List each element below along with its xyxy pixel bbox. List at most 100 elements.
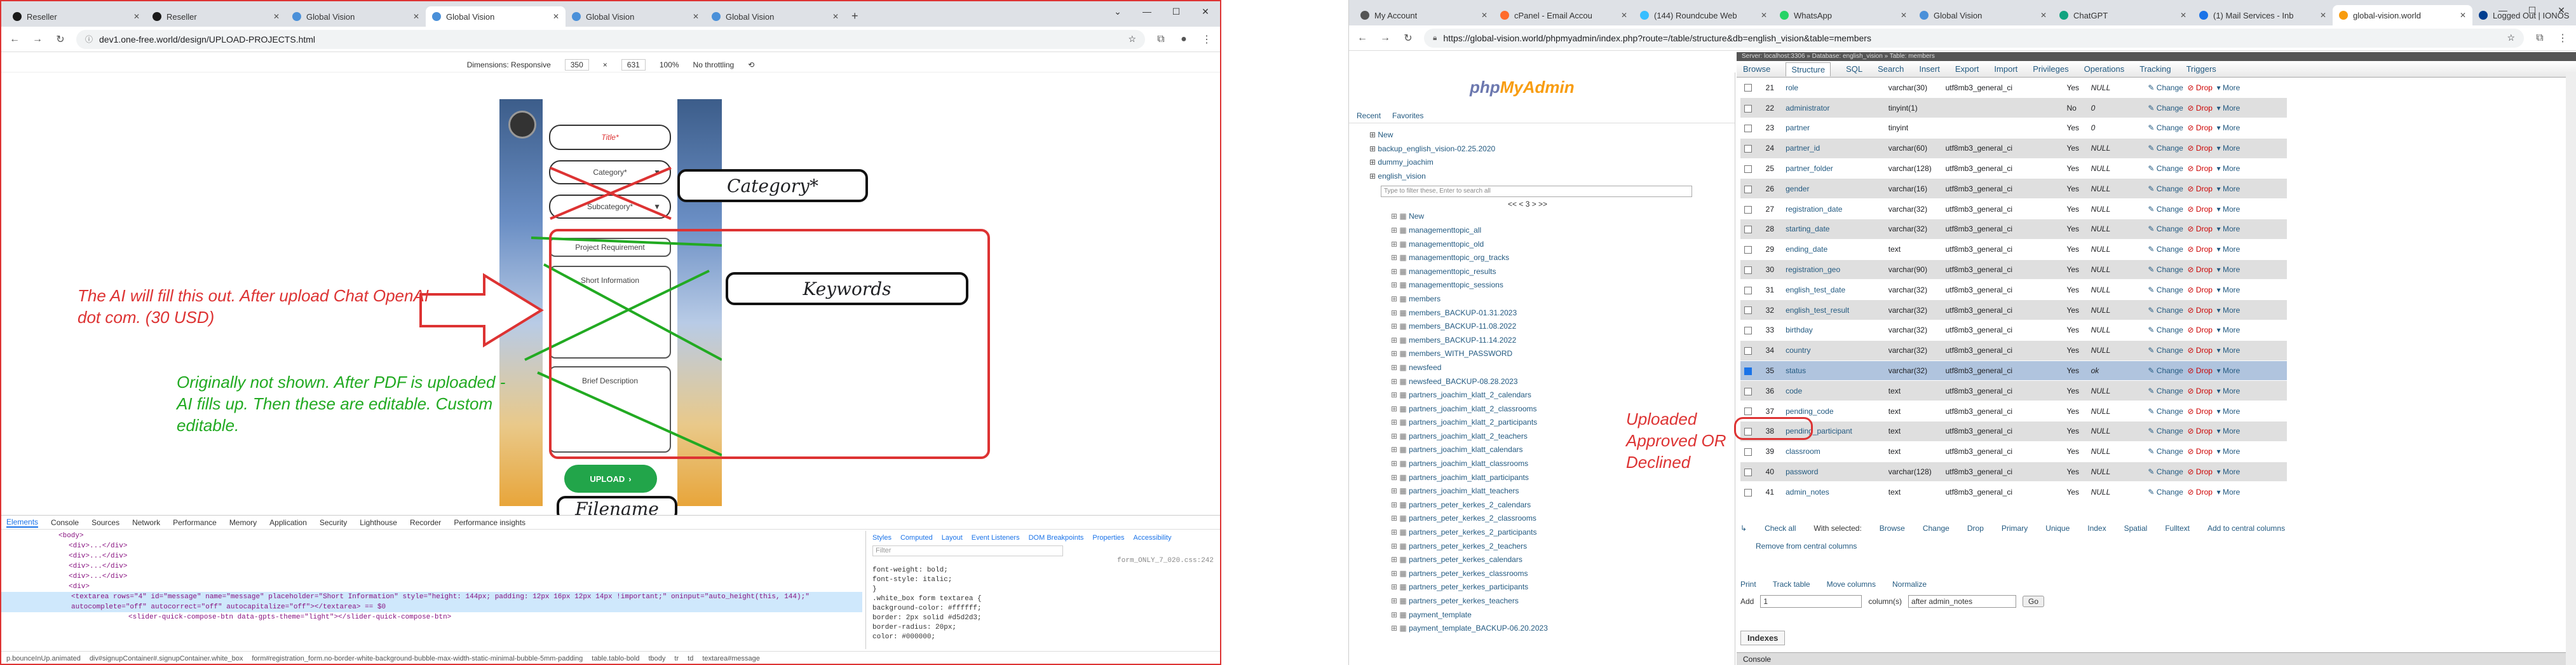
- with-selected-action[interactable]: Change: [1923, 524, 1949, 533]
- tree-table[interactable]: ⊞ ▦ partners_peter_kerkes_2_classrooms: [1360, 512, 1735, 526]
- change-link[interactable]: ✎ Change: [2148, 164, 2183, 173]
- breadcrumb-item[interactable]: form#registration_form.no-border-white-b…: [252, 655, 583, 662]
- row-checkbox[interactable]: [1744, 145, 1752, 153]
- devtools-tab[interactable]: Network: [132, 518, 160, 527]
- close-tab-icon[interactable]: ✕: [2460, 11, 2466, 20]
- site-info-icon[interactable]: ⓘ: [85, 34, 93, 45]
- devtools-tab[interactable]: Console: [51, 518, 79, 527]
- pma-tab[interactable]: Insert: [1919, 64, 1940, 74]
- with-selected-action[interactable]: Primary: [2002, 524, 2028, 533]
- styles-tab[interactable]: Event Listeners: [972, 533, 1020, 543]
- close-tab-icon[interactable]: ✕: [1901, 11, 1907, 20]
- maximize-icon[interactable]: ☐: [1162, 1, 1191, 22]
- more-link[interactable]: ▾ More: [2217, 205, 2240, 214]
- bottom-link[interactable]: Track table: [1773, 580, 1810, 589]
- drop-link[interactable]: ⊘ Drop: [2188, 104, 2213, 113]
- drop-link[interactable]: ⊘ Drop: [2188, 184, 2213, 193]
- tree-database[interactable]: ⊞ backup_english_vision-02.25.2020: [1360, 142, 1735, 156]
- tree-table[interactable]: ⊞ ▦ partners_peter_kerkes_teachers: [1360, 594, 1735, 608]
- tree-table[interactable]: ⊞ ▦ partners_peter_kerkes_2_calendars: [1360, 498, 1735, 512]
- code-line[interactable]: <div>...</div>: [58, 551, 862, 561]
- devtools-tab[interactable]: Lighthouse: [360, 518, 397, 527]
- tree-table[interactable]: ⊞ ▦ partners_joachim_klatt_teachers: [1360, 484, 1735, 498]
- row-checkbox[interactable]: [1744, 246, 1752, 254]
- row-checkbox[interactable]: [1744, 266, 1752, 274]
- tree-table[interactable]: ⊞ ▦ partners_peter_kerkes_calendars: [1360, 553, 1735, 567]
- close-tab-icon[interactable]: ✕: [273, 12, 280, 21]
- menu-icon[interactable]: ⋮: [1200, 33, 1214, 46]
- drop-link[interactable]: ⊘ Drop: [2188, 387, 2213, 395]
- code-line[interactable]: <div>...</div>: [58, 541, 862, 551]
- tree-database[interactable]: ⊞ english_vision: [1360, 170, 1735, 184]
- back-icon[interactable]: ←: [8, 34, 22, 45]
- more-link[interactable]: ▾ More: [2217, 245, 2240, 254]
- more-link[interactable]: ▾ More: [2217, 447, 2240, 456]
- extensions-icon[interactable]: ⧉: [2533, 32, 2547, 44]
- drop-link[interactable]: ⊘ Drop: [2188, 346, 2213, 355]
- devtools-tab[interactable]: Application: [269, 518, 307, 527]
- with-selected-action[interactable]: Check all: [1765, 524, 1796, 533]
- change-link[interactable]: ✎ Change: [2148, 184, 2183, 193]
- with-selected-action[interactable]: Browse: [1880, 524, 1905, 533]
- throttle-select[interactable]: No throttling: [693, 60, 735, 69]
- tab-search-icon[interactable]: ⌄: [1103, 1, 1132, 22]
- drop-link[interactable]: ⊘ Drop: [2188, 123, 2213, 132]
- styles-tab[interactable]: Layout: [942, 533, 963, 543]
- browser-tab[interactable]: (144) Roundcube Web ✕: [1634, 5, 1773, 25]
- tree-table[interactable]: ⊞ ▦ members_BACKUP-01.31.2023: [1360, 306, 1735, 320]
- pma-tab[interactable]: Tracking: [2139, 64, 2171, 74]
- drop-link[interactable]: ⊘ Drop: [2188, 467, 2213, 476]
- row-checkbox[interactable]: [1744, 84, 1752, 92]
- add-count-input[interactable]: 1: [1760, 595, 1862, 608]
- more-link[interactable]: ▾ More: [2217, 366, 2240, 375]
- rotate-icon[interactable]: ⟲: [748, 60, 754, 69]
- change-link[interactable]: ✎ Change: [2148, 387, 2183, 395]
- more-link[interactable]: ▾ More: [2217, 467, 2240, 476]
- pma-tab[interactable]: Import: [1994, 64, 2017, 74]
- tree-table[interactable]: ⊞ ▦ members_WITH_PASSWORD: [1360, 347, 1735, 361]
- drop-link[interactable]: ⊘ Drop: [2188, 407, 2213, 416]
- row-checkbox[interactable]: [1744, 125, 1752, 133]
- devtools-tab[interactable]: Recorder: [410, 518, 441, 527]
- change-link[interactable]: ✎ Change: [2148, 366, 2183, 375]
- reload-icon[interactable]: ↻: [1401, 32, 1415, 45]
- browser-tab[interactable]: Reseller ✕: [146, 6, 286, 27]
- more-link[interactable]: ▾ More: [2217, 285, 2240, 294]
- with-selected-action[interactable]: Unique: [2045, 524, 2070, 533]
- change-link[interactable]: ✎ Change: [2148, 407, 2183, 416]
- devtools-tab[interactable]: Performance: [173, 518, 217, 527]
- change-link[interactable]: ✎ Change: [2148, 346, 2183, 355]
- more-link[interactable]: ▾ More: [2217, 83, 2240, 92]
- styles-tab[interactable]: Properties: [1092, 533, 1124, 543]
- bottom-link[interactable]: Print: [1740, 580, 1756, 589]
- reload-icon[interactable]: ↻: [53, 33, 67, 46]
- code-line[interactable]: <textarea rows="4" id="message" name="me…: [1, 592, 862, 602]
- expand-icon[interactable]: ⊞: [1369, 130, 1378, 139]
- tree-table[interactable]: ⊞ ▦ members_BACKUP-11.14.2022: [1360, 334, 1735, 348]
- styles-tab[interactable]: Computed: [900, 533, 933, 543]
- tree-table[interactable]: ⊞ ▦ partners_peter_kerkes_2_participants: [1360, 526, 1735, 540]
- browser-tab[interactable]: ChatGPT ✕: [2053, 5, 2193, 25]
- row-checkbox[interactable]: [1744, 448, 1752, 456]
- browser-tab[interactable]: Global Vision ✕: [705, 6, 845, 27]
- dimensions-select[interactable]: Dimensions: Responsive: [467, 60, 551, 69]
- minimize-icon[interactable]: —: [1132, 1, 1162, 22]
- bottom-link[interactable]: Normalize: [1892, 580, 1927, 589]
- row-checkbox[interactable]: [1744, 104, 1752, 113]
- code-line[interactable]: autocomplete="off" autocorrect="off" aut…: [1, 602, 862, 612]
- forward-icon[interactable]: →: [1378, 32, 1392, 44]
- drop-link[interactable]: ⊘ Drop: [2188, 447, 2213, 456]
- width-input[interactable]: 350: [564, 58, 589, 71]
- extensions-icon[interactable]: ⧉: [1154, 34, 1168, 45]
- tree-table[interactable]: ⊞ ▦ members: [1360, 292, 1735, 306]
- drop-link[interactable]: ⊘ Drop: [2188, 144, 2213, 153]
- browser-tab[interactable]: Global Vision ✕: [1913, 5, 2053, 25]
- close-tab-icon[interactable]: ✕: [1621, 11, 1627, 20]
- change-link[interactable]: ✎ Change: [2148, 427, 2183, 435]
- recent-tab[interactable]: Recent: [1357, 111, 1381, 120]
- browser-tab[interactable]: (1) Mail Services - Inb ✕: [2193, 5, 2333, 25]
- browser-tab[interactable]: Reseller ✕: [6, 6, 146, 27]
- close-window-icon[interactable]: ✕: [1191, 1, 1220, 22]
- code-line[interactable]: <slider-quick-compose-btn data-gpts-them…: [58, 612, 862, 622]
- with-selected-action[interactable]: Add to central columns: [2207, 524, 2285, 533]
